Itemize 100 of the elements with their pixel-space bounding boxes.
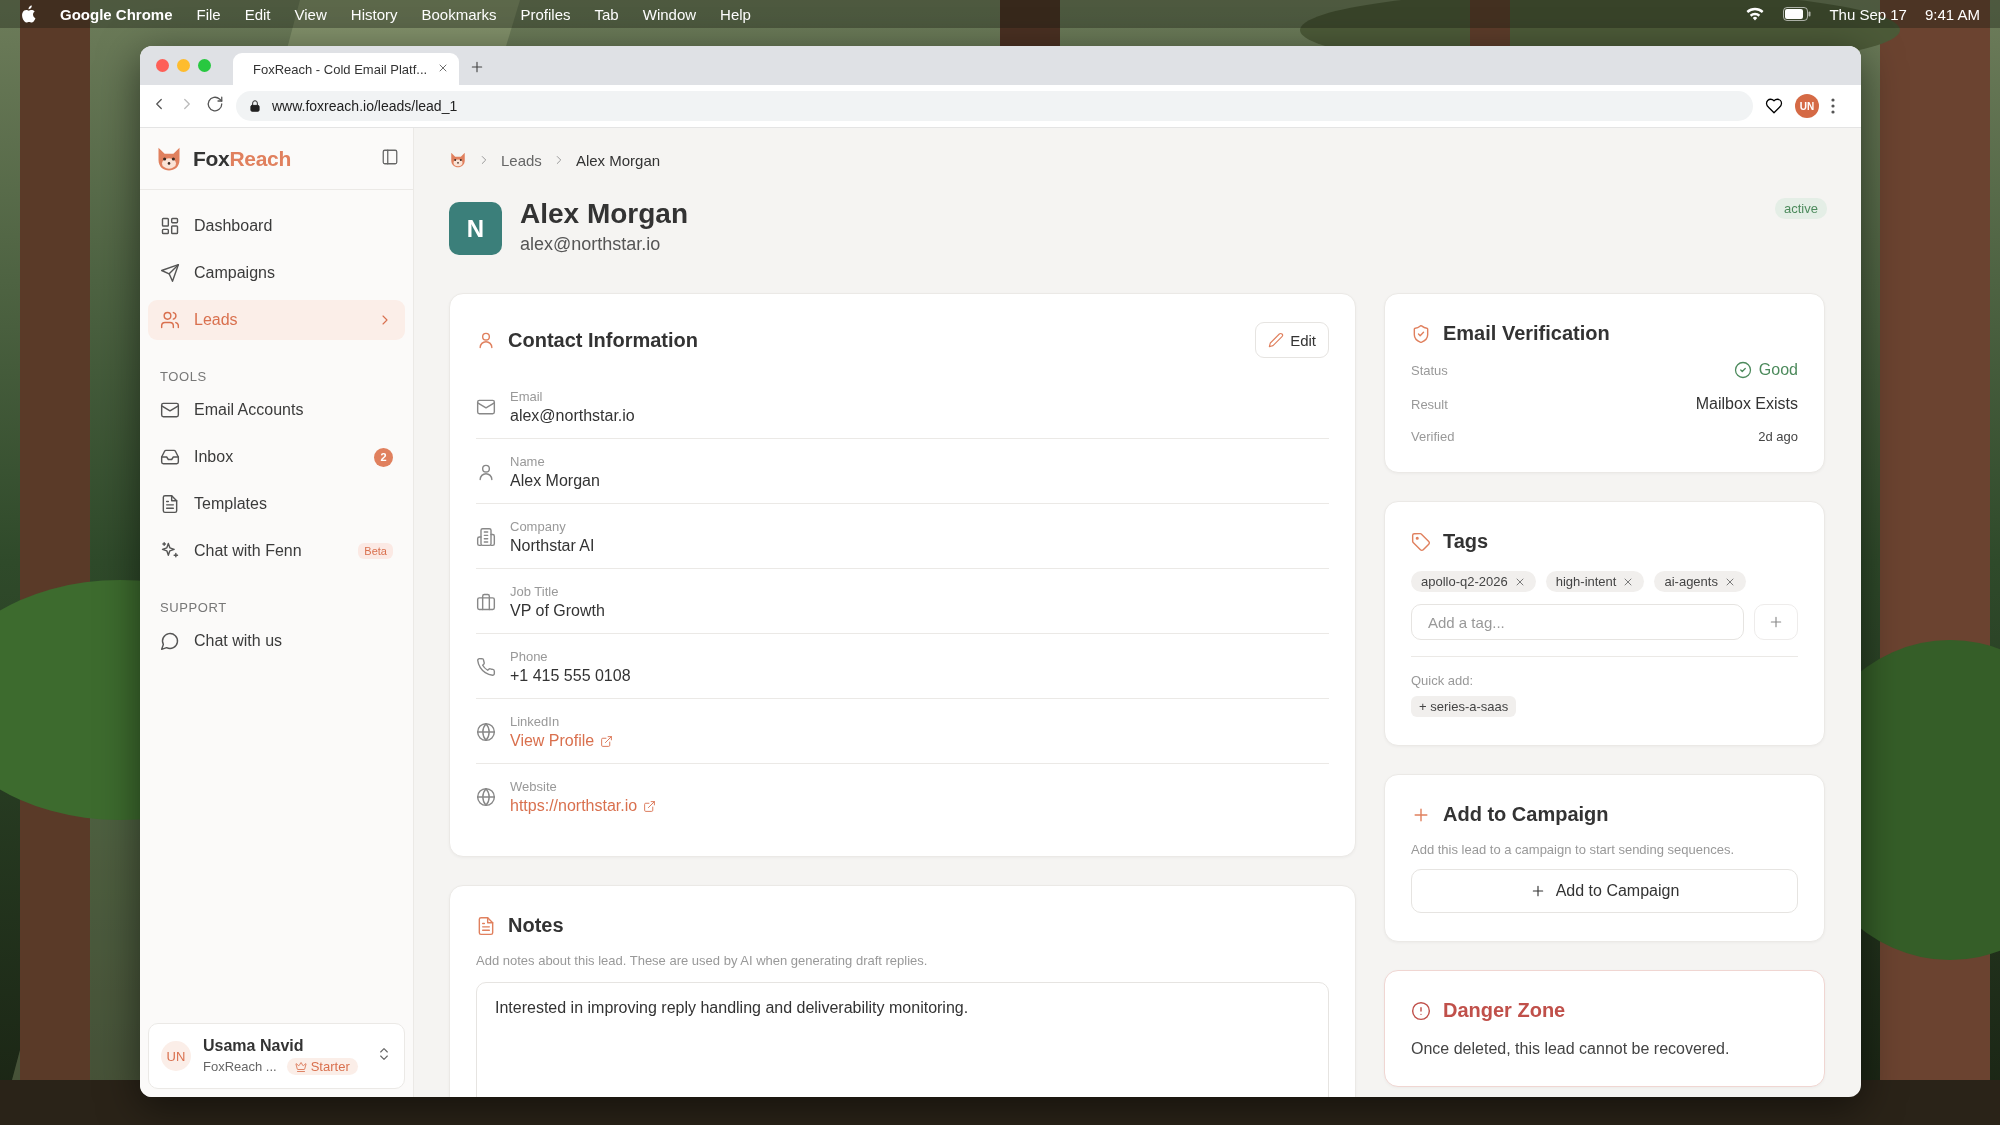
brand-name: FoxReach <box>193 146 292 171</box>
card-title: Danger Zone <box>1443 999 1567 1022</box>
edit-button[interactable]: Edit <box>1255 322 1329 358</box>
field-value: +1 415 555 0108 <box>510 667 631 685</box>
menubar-date[interactable]: Thu Sep 17 <box>1829 5 1907 23</box>
beta-badge: Beta <box>358 543 393 559</box>
field-label: Email <box>510 389 544 404</box>
shield-icon <box>1411 323 1431 344</box>
field-value: alex@northstar.io <box>510 407 635 425</box>
nav-icon <box>160 494 180 514</box>
heart-icon <box>1765 97 1783 115</box>
plan-badge: Starter <box>286 1058 358 1075</box>
apple-icon[interactable] <box>20 5 36 23</box>
new-tab-icon <box>469 59 485 75</box>
nav-item[interactable]: Chat with us <box>148 621 405 661</box>
danger-text: Once deleted, this lead cannot be recovered. <box>1411 1040 1731 1058</box>
card-title: Add to Campaign <box>1443 803 1610 826</box>
quick-add-tag[interactable]: + series-a-saas <box>1411 696 1517 717</box>
sidebar-toggle-icon <box>381 147 399 166</box>
battery-icon[interactable] <box>1783 7 1812 21</box>
more-icon[interactable] <box>1831 98 1835 114</box>
field-icon <box>476 462 496 482</box>
field-icon <box>476 657 496 677</box>
alert-icon <box>1411 1000 1431 1021</box>
menu-item[interactable]: Edit <box>244 5 271 23</box>
menu-item[interactable]: File <box>196 5 221 23</box>
reload-icon <box>206 95 224 113</box>
nav-icon <box>160 447 180 467</box>
lead-avatar: N <box>449 202 502 255</box>
nav-item[interactable]: Inbox 2 <box>148 437 405 477</box>
field-icon <box>476 397 496 417</box>
user-card[interactable]: UN Usama Navid FoxReach ... Starter <box>148 1023 405 1089</box>
menu-item[interactable]: Help <box>720 5 751 23</box>
menu-item[interactable]: View <box>294 5 327 23</box>
breadcrumb-current: Alex Morgan <box>575 151 661 169</box>
nav-icon <box>160 216 180 236</box>
row-label: Result <box>1411 396 1448 412</box>
fox-logo-icon <box>449 151 467 169</box>
nav-item[interactable]: Chat with Fenn Beta <box>148 531 405 571</box>
breadcrumb-link[interactable]: Leads <box>501 151 542 169</box>
nav-icon <box>160 263 180 283</box>
user-icon <box>476 330 496 350</box>
external-link-icon <box>600 734 614 748</box>
menu-item[interactable]: Bookmarks <box>421 5 497 23</box>
menu-item[interactable]: Window <box>642 5 697 23</box>
tag-input[interactable]: Add a tag... <box>1411 604 1744 640</box>
campaign-hint: Add this lead to a campaign to start sending sequences. <box>1411 842 1736 857</box>
field-icon <box>476 592 496 612</box>
field-value: VP of Growth <box>510 602 605 620</box>
card-title: Notes <box>508 914 565 937</box>
result-value: Mailbox Exists <box>1695 395 1798 413</box>
status-badge: active <box>1775 198 1827 219</box>
row-label: Verified <box>1411 429 1455 444</box>
lead-name: Alex Morgan <box>520 198 690 230</box>
row-label: Status <box>1411 362 1448 378</box>
field-value: Alex Morgan <box>510 472 600 490</box>
notes-field[interactable]: Interested in improving reply handling and deliverability monitoring. <box>476 982 1329 1097</box>
org-name: FoxReach ... <box>203 1059 277 1074</box>
field-icon <box>476 527 496 547</box>
status-value: Good <box>1733 361 1798 379</box>
address-bar[interactable]: www.foxreach.io/leads/lead_1 <box>236 91 1753 121</box>
check-circle-icon <box>1733 361 1752 379</box>
nav-icon <box>160 310 180 330</box>
browser-tab[interactable]: FoxReach - Cold Email Platf... <box>233 53 459 85</box>
add-to-campaign-button[interactable]: Add to Campaign <box>1411 869 1798 913</box>
menu-item[interactable]: Profiles <box>520 5 571 23</box>
pencil-icon <box>1268 332 1285 348</box>
nav-item[interactable]: Campaigns <box>148 253 405 293</box>
user-name: Usama Navid <box>203 1037 305 1055</box>
count-badge: 2 <box>374 447 393 467</box>
quick-add-label: Quick add: <box>1411 673 1474 688</box>
crown-icon <box>294 1060 307 1073</box>
field-label: Phone <box>510 649 549 664</box>
menu-item[interactable]: History <box>350 5 398 23</box>
field-label: Company <box>510 519 567 534</box>
nav-icon <box>160 400 180 420</box>
card-title: Email Verification <box>1443 322 1611 345</box>
field-icon <box>476 787 496 807</box>
field-label: Job Title <box>510 584 560 599</box>
menubar-time[interactable]: 9:41 AM <box>1924 5 1980 23</box>
nav-item[interactable]: Templates <box>148 484 405 524</box>
tag-chip[interactable]: apollo-q2-2026 <box>1411 571 1536 592</box>
lead-email: alex@northstar.io <box>520 234 662 255</box>
field-label: Name <box>510 454 546 469</box>
tag-chip[interactable]: high-intent <box>1545 571 1645 592</box>
lock-icon <box>248 99 262 113</box>
wifi-icon[interactable] <box>1745 6 1766 22</box>
external-link-icon <box>643 799 657 813</box>
profile-avatar[interactable]: UN <box>1795 94 1819 118</box>
field-label: Website <box>510 779 558 794</box>
tag-chip[interactable]: ai-agents <box>1654 571 1746 592</box>
nav-item[interactable]: Email Accounts <box>148 390 405 430</box>
menu-item[interactable]: Tab <box>594 5 619 23</box>
section-heading: TOOLS <box>159 368 208 386</box>
tag-icon <box>1411 531 1431 552</box>
app-menu[interactable]: Google Chrome <box>60 5 173 23</box>
nav-item[interactable]: Dashboard <box>148 206 405 246</box>
field-icon <box>476 722 496 742</box>
card-title: Tags <box>1443 530 1490 553</box>
document-icon <box>476 915 496 936</box>
